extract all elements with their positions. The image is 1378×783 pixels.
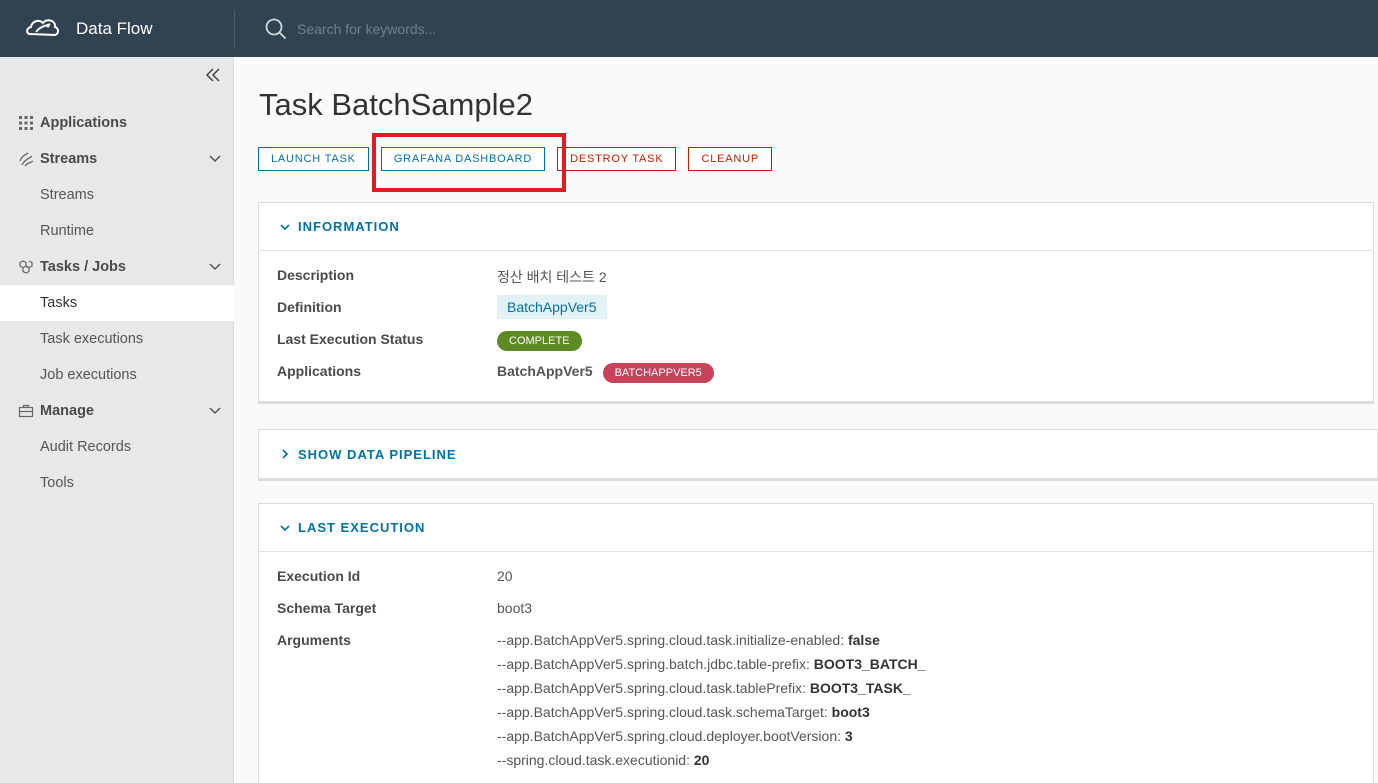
destroy-task-button[interactable]: DESTROY TASK <box>557 147 677 171</box>
sidebar-item-label: Runtime <box>40 223 94 239</box>
header-divider <box>234 9 235 48</box>
sidebar-item-manage[interactable]: Manage <box>0 393 234 429</box>
information-body: Description 정산 배치 테스트 2 Definition Batch… <box>259 251 1373 401</box>
application-name[interactable]: BatchAppVer5 <box>497 363 593 379</box>
field-label: Last Execution Status <box>277 331 424 347</box>
sidebar: Applications Streams Streams Runtime Tas… <box>0 57 234 783</box>
tasks-icon <box>19 260 33 274</box>
grid-icon <box>19 116 33 130</box>
sidebar-item-label: Streams <box>40 151 98 167</box>
data-pipeline-card: SHOW DATA PIPELINE <box>258 429 1378 481</box>
field-label: Applications <box>277 363 362 379</box>
arguments-list: --app.BatchAppVer5.spring.cloud.task.ini… <box>497 628 926 772</box>
sidebar-item-label: Task executions <box>40 331 144 347</box>
last-execution-toggle[interactable]: LAST EXECUTION <box>259 504 1373 552</box>
sidebar-item-label: Tools <box>40 475 74 491</box>
argument-line: --app.BatchAppVer5.spring.cloud.task.ini… <box>497 632 880 648</box>
show-data-pipeline-toggle[interactable]: SHOW DATA PIPELINE <box>259 430 1377 478</box>
sidebar-item-audit-records[interactable]: Audit Records <box>0 429 234 465</box>
application-badge: BATCHAPPVER5 <box>602 363 714 383</box>
brand-title: Data Flow <box>76 18 153 38</box>
information-card: INFORMATION Description 정산 배치 테스트 2 Defi… <box>258 202 1374 404</box>
highlight-box <box>372 133 566 192</box>
sidebar-item-label: Audit Records <box>40 439 132 455</box>
sidebar-item-tasks[interactable]: Tasks <box>0 285 234 321</box>
chevron-right-icon <box>282 449 289 459</box>
field-label: Schema Target <box>277 600 377 616</box>
execution-id-value: 20 <box>497 568 513 584</box>
sidebar-item-applications[interactable]: Applications <box>0 105 234 141</box>
chevron-down-icon <box>280 223 290 230</box>
sidebar-item-label: Tasks / Jobs <box>40 259 126 275</box>
last-execution-body: Execution Id 20 Schema Target boot3 Argu… <box>259 552 1373 778</box>
sidebar-item-streams-list[interactable]: Streams <box>0 177 234 213</box>
spring-cloud-logo-icon <box>26 18 59 36</box>
field-label: Description <box>277 267 355 283</box>
field-label: Arguments <box>277 632 351 648</box>
card-title: INFORMATION <box>298 219 400 234</box>
sidebar-item-label: Applications <box>40 115 128 131</box>
exec-row-arguments: Arguments --app.BatchAppVer5.spring.clou… <box>277 632 1355 772</box>
sidebar-item-task-executions[interactable]: Task executions <box>0 321 234 357</box>
chevron-down-icon[interactable] <box>208 152 222 166</box>
card-title: SHOW DATA PIPELINE <box>298 446 457 462</box>
search-bar <box>265 18 697 40</box>
sidebar-item-label: Manage <box>40 403 94 419</box>
sidebar-item-runtime[interactable]: Runtime <box>0 213 234 249</box>
chevron-down-icon[interactable] <box>208 260 222 274</box>
sidebar-item-label: Tasks <box>40 295 78 311</box>
status-badge: COMPLETE <box>497 331 582 351</box>
schema-target-value: boot3 <box>497 600 533 616</box>
double-chevron-left-icon[interactable] <box>203 65 223 85</box>
briefcase-icon <box>18 404 34 418</box>
search-input[interactable] <box>297 20 697 37</box>
information-toggle[interactable]: INFORMATION <box>259 203 1373 251</box>
info-row-status: Last Execution Status COMPLETE <box>277 331 1355 363</box>
chevron-down-icon <box>280 524 290 531</box>
launch-task-button[interactable]: LAUNCH TASK <box>258 147 369 171</box>
sidebar-item-tasks-jobs[interactable]: Tasks / Jobs <box>0 249 234 285</box>
field-label: Execution Id <box>277 568 361 584</box>
chevron-down-icon[interactable] <box>208 404 222 418</box>
info-row-applications: Applications BatchAppVer5 BATCHAPPVER5 <box>277 363 1355 395</box>
cleanup-button[interactable]: CLEANUP <box>688 147 773 171</box>
argument-line: --spring.cloud.task.executionid: 20 <box>497 752 710 768</box>
search-icon[interactable] <box>265 18 287 40</box>
info-row-definition: Definition BatchAppVer5 <box>277 295 1355 331</box>
definition-tag[interactable]: BatchAppVer5 <box>497 295 607 319</box>
argument-line: --app.BatchAppVer5.spring.cloud.task.sch… <box>497 704 870 720</box>
sidebar-item-streams[interactable]: Streams <box>0 141 234 177</box>
description-value: 정산 배치 테스트 2 <box>497 269 607 285</box>
info-row-description: Description 정산 배치 테스트 2 <box>277 267 1355 299</box>
streams-icon <box>19 152 34 167</box>
argument-line: --app.BatchAppVer5.spring.batch.jdbc.tab… <box>497 656 926 672</box>
sidebar-item-tools[interactable]: Tools <box>0 465 234 501</box>
argument-line: --app.BatchAppVer5.spring.cloud.task.tab… <box>497 680 911 696</box>
sidebar-item-job-executions[interactable]: Job executions <box>0 357 234 393</box>
sidebar-item-label: Streams <box>40 187 94 203</box>
field-label: Definition <box>277 299 342 315</box>
exec-row-id: Execution Id 20 <box>277 568 1355 600</box>
card-title: LAST EXECUTION <box>298 520 426 535</box>
argument-line: --app.BatchAppVer5.spring.cloud.deployer… <box>497 728 853 744</box>
last-execution-card: LAST EXECUTION Execution Id 20 Schema Ta… <box>258 503 1374 783</box>
sidebar-nav: Applications Streams Streams Runtime Tas… <box>0 105 234 501</box>
sidebar-item-label: Job executions <box>40 367 137 383</box>
page-title: Task BatchSample2 <box>259 87 533 122</box>
app-header: Data Flow <box>0 0 1378 57</box>
brand[interactable]: Data Flow <box>0 0 234 57</box>
